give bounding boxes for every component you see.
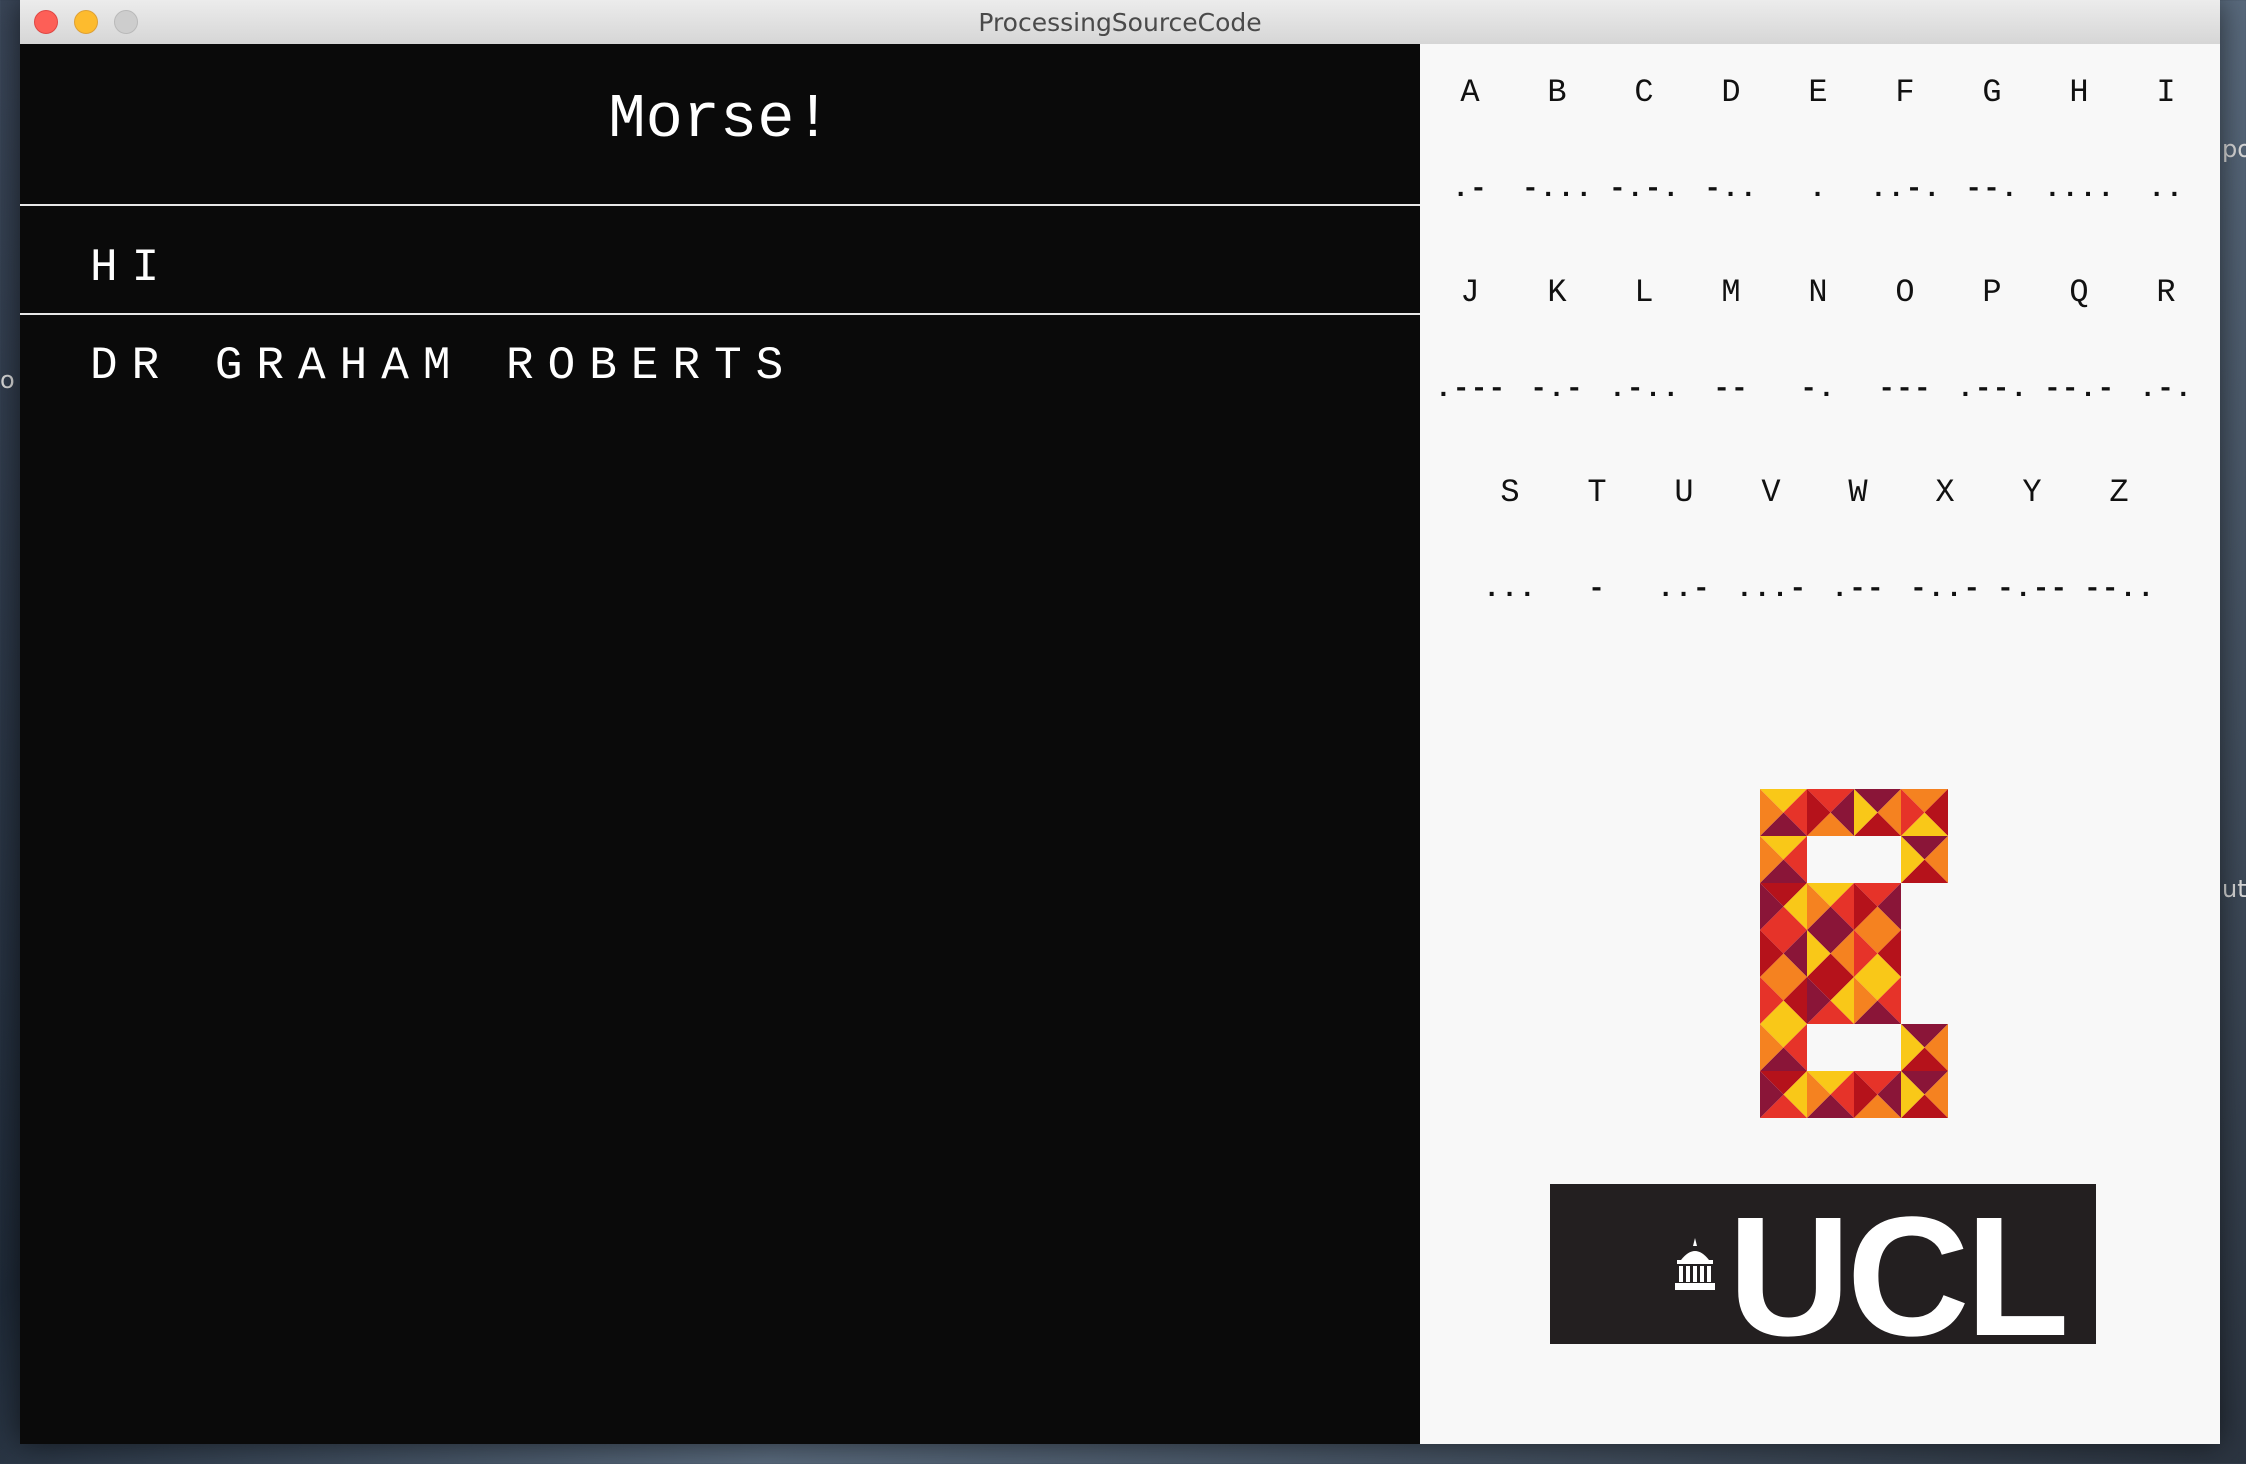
morse-letter: H xyxy=(2069,74,2089,111)
morse-code: .- xyxy=(1452,174,1488,205)
morse-letter: L xyxy=(1634,274,1654,311)
morse-reference-panel: A .- B -... C -.-. D -.. E. F ..-. G --. H.... I.. J .--… xyxy=(1420,44,2220,1444)
morse-letter: U xyxy=(1674,474,1694,511)
morse-code: --- xyxy=(1878,374,1932,405)
morse-letter: E xyxy=(1808,74,1828,111)
morse-code: -- xyxy=(1713,374,1749,405)
morse-letter: P xyxy=(1982,274,2002,311)
morse-letter: D xyxy=(1721,74,1741,111)
morse-letter: W xyxy=(1848,474,1868,511)
morse-letter: F xyxy=(1895,74,1915,111)
morse-letter: Z xyxy=(2109,474,2129,511)
morse-code: -... xyxy=(1522,174,1594,205)
morse-code: --.. xyxy=(2084,574,2156,605)
e-logo xyxy=(1760,789,1948,1118)
morse-letter: I xyxy=(2156,74,2176,111)
morse-letter: K xyxy=(1547,274,1567,311)
input-text[interactable]: HI xyxy=(90,242,173,294)
morse-letter: R xyxy=(2156,274,2176,311)
morse-code: .-- xyxy=(1831,574,1885,605)
title-bar[interactable]: ProcessingSourceCode xyxy=(20,0,2220,45)
morse-code: . xyxy=(1809,174,1827,205)
morse-code: -.-- xyxy=(1997,574,2069,605)
morse-letter: T xyxy=(1587,474,1607,511)
morse-code: ..- xyxy=(1657,574,1711,605)
morse-code: ...- xyxy=(1736,574,1808,605)
morse-letter: J xyxy=(1460,274,1480,311)
morse-code: ..-. xyxy=(1870,174,1942,205)
window-title: ProcessingSourceCode xyxy=(978,8,1262,37)
morse-letter: N xyxy=(1808,274,1828,311)
morse-letter: S xyxy=(1500,474,1520,511)
morse-code: .-. xyxy=(2139,374,2193,405)
morse-letter: B xyxy=(1547,74,1567,111)
portico-icon xyxy=(1675,1238,1715,1290)
morse-code: -.- xyxy=(1530,374,1584,405)
morse-code: .. xyxy=(2148,174,2184,205)
morse-code: -.-. xyxy=(1609,174,1681,205)
divider-top xyxy=(20,204,1420,206)
morse-code: .-.. xyxy=(1609,374,1681,405)
morse-letter: V xyxy=(1761,474,1781,511)
desktop-peek-text-3: o xyxy=(0,366,15,394)
morse-letter: Y xyxy=(2022,474,2042,511)
desktop-peek-text-2: ut xyxy=(2222,875,2246,903)
morse-code: -. xyxy=(1800,374,1836,405)
ucl-logo-text: UCL xyxy=(1728,1184,2069,1344)
morse-letter: M xyxy=(1721,274,1741,311)
morse-code: --.- xyxy=(2044,374,2116,405)
morse-code: - xyxy=(1588,574,1606,605)
output-text: DR GRAHAM ROBERTS xyxy=(90,340,798,392)
morse-code: -.. xyxy=(1704,174,1758,205)
morse-code: ... xyxy=(1483,574,1537,605)
morse-letter: O xyxy=(1895,274,1915,311)
divider-bottom xyxy=(20,313,1420,315)
morse-letter: G xyxy=(1982,74,2002,111)
morse-code: .--. xyxy=(1957,374,2029,405)
morse-code: -..- xyxy=(1910,574,1982,605)
desktop-peek-text-1: po xyxy=(2222,135,2246,163)
morse-code: .--- xyxy=(1435,374,1507,405)
morse-code: --. xyxy=(1965,174,2019,205)
morse-letter: A xyxy=(1460,74,1480,111)
morse-letter: X xyxy=(1935,474,1955,511)
morse-letter: Q xyxy=(2069,274,2089,311)
morse-code: .... xyxy=(2044,174,2116,205)
morse-letter: C xyxy=(1634,74,1654,111)
page-title: Morse! xyxy=(608,84,832,155)
app-window: ProcessingSourceCode Morse! HI DR GRAHAM… xyxy=(20,0,2220,1444)
morse-canvas[interactable]: Morse! HI DR GRAHAM ROBERTS xyxy=(20,44,1420,1444)
ucl-logo: UCL xyxy=(1550,1184,2096,1344)
